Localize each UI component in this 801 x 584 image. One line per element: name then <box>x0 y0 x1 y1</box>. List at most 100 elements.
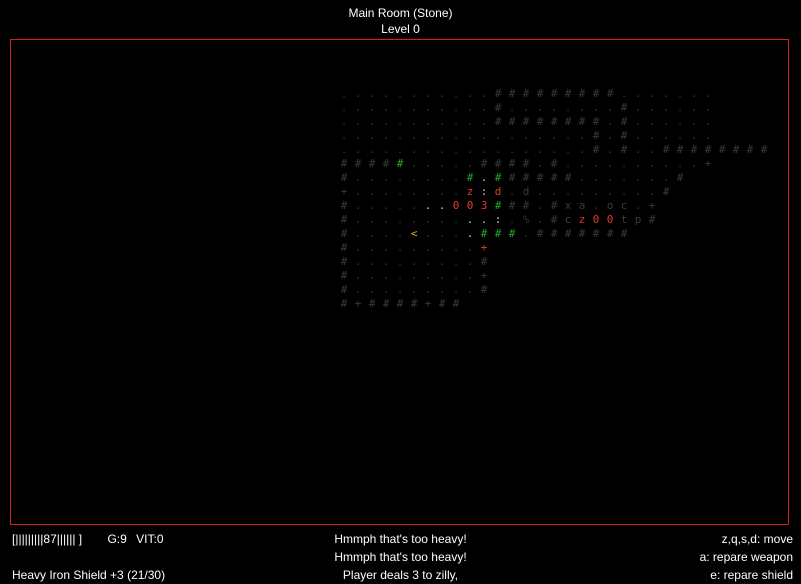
floor-tile: . <box>424 185 432 198</box>
wall-tile: # <box>550 171 558 184</box>
floor-tile: . <box>368 227 376 240</box>
floor-tile: . <box>396 283 404 296</box>
floor-tile: . <box>606 157 614 170</box>
floor-tile: . <box>368 269 376 282</box>
floor-tile: . <box>354 213 362 226</box>
wall-tile: # <box>508 227 516 240</box>
floor-tile: . <box>382 129 390 142</box>
wall-tile: # <box>606 87 614 100</box>
floor-tile: . <box>340 143 348 156</box>
wall-tile: # <box>648 213 656 226</box>
floor-tile: . <box>438 143 446 156</box>
floor-tile: . <box>704 115 712 128</box>
floor-tile: . <box>452 129 460 142</box>
floor-tile: . <box>634 87 642 100</box>
floor-tile: . <box>410 87 418 100</box>
wall-tile: # <box>508 115 516 128</box>
floor-tile: . <box>662 101 670 114</box>
floor-tile: . <box>382 87 390 100</box>
wall-tile: # <box>550 227 558 240</box>
floor-tile: . <box>424 129 432 142</box>
floor-tile: . <box>368 143 376 156</box>
control-hint-move: z,q,s,d: move <box>721 532 793 546</box>
floor-tile: . <box>452 101 460 114</box>
wall-tile: # <box>340 297 348 310</box>
remembered-monster: t <box>620 213 628 226</box>
floor-tile: . <box>382 185 390 198</box>
floor-tile: . <box>536 101 544 114</box>
floor-tile: . <box>410 171 418 184</box>
floor-tile: . <box>396 115 404 128</box>
wall-tile: # <box>662 185 670 198</box>
floor-tile: . <box>592 157 600 170</box>
floor-tile: . <box>368 199 376 212</box>
floor-tile: . <box>564 157 572 170</box>
item-marker: % <box>522 213 530 226</box>
floor-tile: . <box>662 115 670 128</box>
floor-tile: . <box>634 143 642 156</box>
door-tile: + <box>648 199 656 212</box>
floor-tile: . <box>690 101 698 114</box>
floor-tile: . <box>438 115 446 128</box>
damage-number: 0 <box>592 213 600 226</box>
wall-tile: # <box>522 171 530 184</box>
wall-tile: # <box>550 199 558 212</box>
wall-tile: # <box>368 157 376 170</box>
floor-tile: . <box>368 241 376 254</box>
floor-tile: . <box>466 241 474 254</box>
door-tile: + <box>424 297 432 310</box>
wall-tile: # <box>480 283 488 296</box>
floor-tile: . <box>438 157 446 170</box>
floor-tile: . <box>634 171 642 184</box>
floor-tile: . <box>382 283 390 296</box>
wall-tile: # <box>620 227 628 240</box>
floor-tile: . <box>634 157 642 170</box>
wall-tile: # <box>480 255 488 268</box>
floor-tile: . <box>564 185 572 198</box>
floor-tile: . <box>536 185 544 198</box>
wall-tile: # <box>382 157 390 170</box>
floor-tile: . <box>592 199 600 212</box>
floor-tile: . <box>676 129 684 142</box>
wall-tile: # <box>578 227 586 240</box>
floor-tile: . <box>410 269 418 282</box>
remembered-monster: p <box>634 213 642 226</box>
floor-tile: . <box>424 241 432 254</box>
floor-tile: . <box>690 157 698 170</box>
floor-tile: . <box>424 255 432 268</box>
floor-tile: . <box>606 171 614 184</box>
controls-help: z,q,s,d: move a: repare weapon e: repare… <box>700 530 793 584</box>
floor-tile: . <box>578 185 586 198</box>
floor-tile: . <box>424 143 432 156</box>
wall-tile: # <box>564 115 572 128</box>
floor-tile: . <box>368 115 376 128</box>
floor-tile: . <box>340 101 348 114</box>
floor-tile: . <box>606 101 614 114</box>
wall-tile: # <box>494 199 502 212</box>
log-message: Hmmph that's too heavy! <box>334 550 467 564</box>
floor-tile: . <box>368 185 376 198</box>
floor-tile: . <box>634 101 642 114</box>
floor-tile: . <box>480 213 488 226</box>
wall-tile: # <box>578 115 586 128</box>
floor-tile: . <box>382 199 390 212</box>
floor-tile: . <box>354 241 362 254</box>
floor-tile: . <box>634 129 642 142</box>
floor-tile: . <box>466 87 474 100</box>
floor-tile: . <box>536 157 544 170</box>
wall-tile: # <box>410 297 418 310</box>
wall-tile: # <box>522 115 530 128</box>
wall-tile: # <box>676 171 684 184</box>
floor-tile: . <box>410 283 418 296</box>
wall-tile: # <box>578 87 586 100</box>
floor-tile: . <box>704 87 712 100</box>
floor-tile: . <box>480 129 488 142</box>
floor-tile: . <box>578 143 586 156</box>
floor-tile: . <box>424 213 432 226</box>
wall-tile: # <box>592 87 600 100</box>
floor-tile: . <box>396 101 404 114</box>
floor-tile: . <box>648 129 656 142</box>
floor-tile: . <box>424 101 432 114</box>
wall-tile: # <box>340 199 348 212</box>
floor-tile: . <box>648 157 656 170</box>
